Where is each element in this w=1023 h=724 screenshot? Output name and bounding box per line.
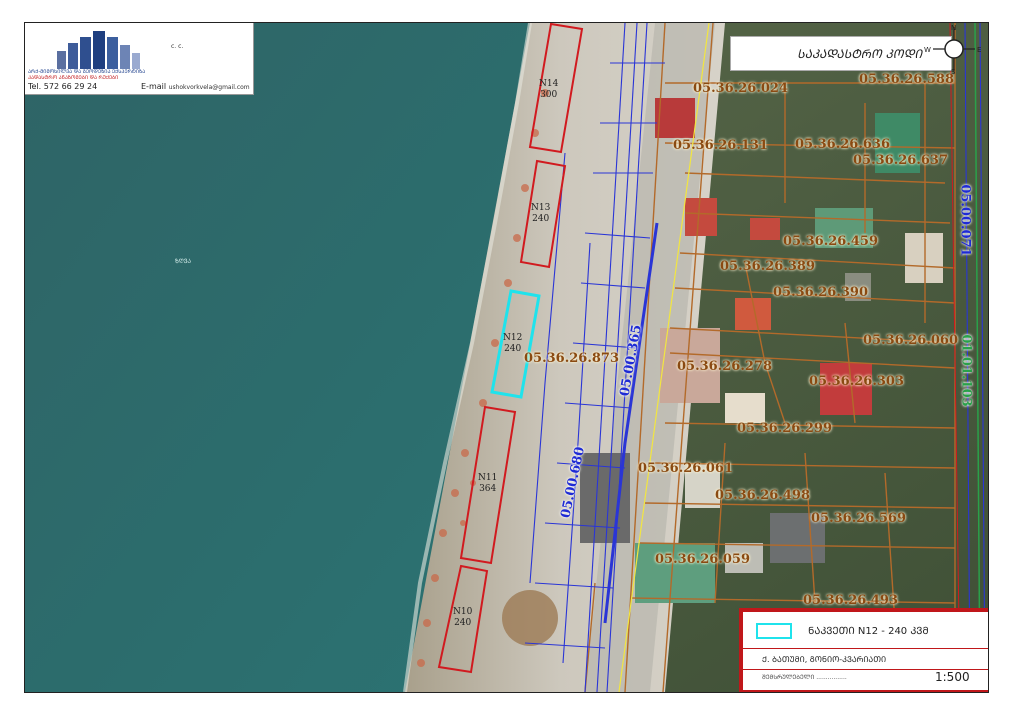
legend-swatch <box>756 623 792 639</box>
parcel-label: 05.36.26.636 <box>795 137 890 152</box>
compass-s: S <box>951 68 956 75</box>
parcel-label: 05.36.26.493 <box>803 593 898 608</box>
plot-11-area: 364 <box>479 484 497 494</box>
parcel-label: 05.36.26.024 <box>693 81 788 96</box>
map-scale: 1:500 <box>935 670 970 684</box>
company-phone: Tel. 572 66 29 24 <box>28 82 98 91</box>
parcel-label: 05.36.26.389 <box>720 259 815 274</box>
parcel-label: 05.36.26.278 <box>677 359 772 374</box>
parcel-label: 05.36.26.303 <box>809 374 904 389</box>
company-logo-icon <box>57 31 140 69</box>
compass-w: W <box>924 46 931 54</box>
road-label: 01.01.103 <box>958 334 974 407</box>
sea-label: ᲖᲦᲕᲐ <box>175 258 192 265</box>
plot-12-label: N12 240 <box>503 333 522 355</box>
signature: ᲡᲐᲙᲐᲓᲐᲡᲢᲠᲝ ᲙᲝᲓᲘ <box>797 47 922 61</box>
road-label: 05.00.071 <box>957 184 973 257</box>
map-legend: ᲜᲐᲙᲕᲔᲗᲘ N12 - 240 ᲙᲕᲛ Ქ. ᲑᲐᲗᲣᲛᲘ, ᲒᲝᲜᲘᲝ-Კ… <box>739 608 988 692</box>
map-frame: N14 300 N13 240 N12 240 N11 364 N10 240 … <box>24 22 989 693</box>
compass-icon: N S E W <box>924 24 981 76</box>
plot-14-area: 300 <box>540 90 558 100</box>
legend-city-row: Ქ. ᲑᲐᲗᲣᲛᲘ, ᲒᲝᲜᲘᲝ-ᲙᲕᲐᲠᲘᲐᲗᲘ <box>742 649 988 670</box>
parcel-label: 05.36.26.637 <box>853 153 948 168</box>
plot-11-number: N11 <box>478 473 498 483</box>
plot-12-number: N12 <box>503 333 523 343</box>
legend-prepared-by: ᲨᲔᲛᲡᲠᲣᲚᲔᲑᲔᲚᲘ ................ <box>762 674 847 681</box>
email-label: E-mail <box>141 82 167 91</box>
email-address: ushokvorkvela@gmail.com <box>168 84 250 91</box>
parcel-label: 05.36.26.390 <box>773 285 868 300</box>
compass-rose: N S E W <box>923 23 985 76</box>
legend-item-text: ᲜᲐᲙᲕᲔᲗᲘ N12 - 240 ᲙᲕᲛ <box>808 626 929 637</box>
plot-10-area: 240 <box>454 618 472 628</box>
company-cc: c. c. <box>171 43 184 50</box>
signature-box: ᲡᲐᲙᲐᲓᲐᲡᲢᲠᲝ ᲙᲝᲓᲘ <box>730 36 952 71</box>
plot-14-label: N14 300 <box>539 79 558 101</box>
parcel-label: 05.36.26.131 <box>673 138 768 153</box>
parcel-label: 05.36.26.459 <box>783 234 878 249</box>
parcel-label: 05.36.26.059 <box>655 552 750 567</box>
legend-city: Ქ. ᲑᲐᲗᲣᲛᲘ, ᲒᲝᲜᲘᲝ-ᲙᲕᲐᲠᲘᲐᲗᲘ <box>762 655 887 664</box>
plot-13-number: N13 <box>531 203 551 213</box>
compass-e: E <box>977 46 981 54</box>
plot-11-label: N11 364 <box>478 473 497 495</box>
parcel-label: 05.36.26.873 <box>524 351 619 366</box>
plot-13-label: N13 240 <box>531 203 550 225</box>
plot-13-area: 240 <box>532 214 550 224</box>
plot-14-number: N14 <box>539 79 559 89</box>
parcel-label: 05.36.26.498 <box>715 488 810 503</box>
parcel-label: 05.36.26.569 <box>811 511 906 526</box>
plot-12-area: 240 <box>504 344 522 354</box>
company-logo-block: ᲐᲠᲥ-ᲛᲘᲛᲝᲮᲘᲚᲕᲐ ᲓᲐ ᲒᲔᲝᲓᲔᲖᲘᲐ ᲔᲥᲡᲞᲔᲠᲢᲘᲖᲐ ᲙᲐᲓ… <box>25 23 254 95</box>
parcel-label: 05.36.26.061 <box>638 461 733 476</box>
company-email-block: E-mail ushokvorkvela@gmail.com <box>141 82 250 91</box>
compass-n: N <box>951 24 956 32</box>
plot-10-number: N10 <box>453 607 473 617</box>
company-tagline: ᲙᲐᲓᲐᲡᲢᲠᲝ ᲐᲜᲐᲖᲝᲛᲔᲑᲘ ᲓᲐ ᲠᲣᲥᲔᲑᲘ <box>28 75 119 81</box>
parcel-label: 05.36.26.060 <box>863 333 958 348</box>
parcel-label: 05.36.26.299 <box>737 421 832 436</box>
legend-item-row: ᲜᲐᲙᲕᲔᲗᲘ N12 - 240 ᲙᲕᲛ <box>742 611 988 649</box>
orthophoto-map <box>25 23 988 692</box>
plot-10-label: N10 240 <box>453 607 472 629</box>
